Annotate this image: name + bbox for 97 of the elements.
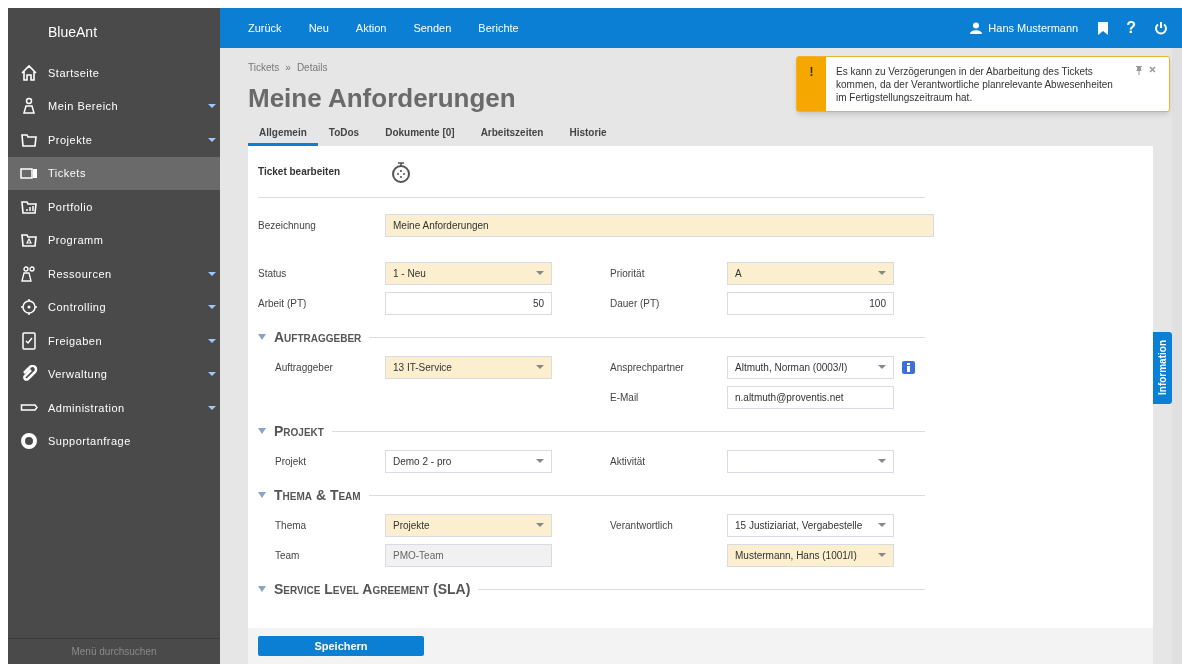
nav-link[interactable]: Berichte [478,19,519,37]
field-label: Priorität [610,266,646,281]
sidebar-item[interactable]: Programm [8,223,220,257]
save-button[interactable]: Speichern [258,636,424,656]
field-label: Arbeit (PT) [258,296,308,311]
input-field[interactable]: n.altmuth@proventis.net [727,385,894,409]
home-icon [20,63,38,82]
user-icon [970,22,983,34]
pin-icon[interactable] [1136,66,1142,75]
sidebar-item[interactable]: Startseite [8,56,220,90]
dropdown-field[interactable]: Mustermann, Hans (1001/I) [727,543,894,567]
field-label: E-Mail [610,390,640,405]
field-label: Thema [274,518,308,533]
sidebar-item[interactable]: Ressourcen [8,257,220,291]
clip-icon [20,365,38,384]
sidebar-label: Supportanfrage [48,434,132,449]
sidebar-label: Programm [48,233,105,248]
scrollbar[interactable] [1172,48,1182,664]
input-field[interactable]: 100 [727,291,894,315]
sidebar-item[interactable]: Administration [8,391,220,425]
key-icon [20,404,38,412]
dropdown-field[interactable]: 1 - Neu [385,261,552,285]
warning-symbol: ! [809,64,814,81]
info-icon[interactable] [902,360,915,374]
field-label: Status [258,266,288,281]
bookmark-icon[interactable] [1098,21,1109,35]
field-label: Verantwortlich [610,518,674,533]
field-label: Dauer (PT) [610,296,661,311]
people-icon [20,264,38,283]
collapse-icon[interactable] [258,428,266,434]
input-field[interactable]: 50 [385,291,552,315]
app-logo: BlueAnt [48,22,98,42]
sidebar-item[interactable]: Freigaben [8,324,220,358]
section-heading: Projekt [274,421,324,441]
sidebar-label: Verwaltung [48,367,109,382]
sidebar-label: Startseite [48,65,101,81]
tab[interactable]: ToDos [317,122,371,146]
check-icon [20,331,38,350]
sidebar-label: Ressourcen [48,266,113,282]
section-heading: Thema & Team [274,485,361,505]
dropdown-field[interactable]: Projekte [385,513,552,537]
user-name-link[interactable]: Hans Mustermann [988,19,1079,37]
dropdown-field[interactable] [727,449,894,473]
information-tab[interactable]: Information [1153,332,1172,404]
sidebar-label: Controlling [48,300,108,315]
sidebar-item[interactable]: Controlling [8,290,220,324]
dropdown-field[interactable]: Altmuth, Norman (0003/I) [727,355,894,379]
field-label: Auftraggeber [274,360,334,375]
sidebar-item[interactable]: Supportanfrage [8,424,220,458]
field-label: Team [274,548,301,563]
warning-message: Es kann zu Verzögerungen in der Abarbeitung des Tickets kommen, da der Verantwortliche planrelevante Abwesenheiten im Fertigstellungszeitraum hat. [835,65,1114,105]
breadcrumb-link[interactable]: Details [296,59,328,75]
help-button[interactable]: ? [1126,16,1136,40]
tab[interactable]: Dokumente [0] [374,122,466,146]
sidebar-item[interactable]: Mein Bereich [8,89,220,123]
field-label: Bezeichnung [258,218,317,233]
ring-icon [20,432,38,451]
close-icon[interactable] [1149,66,1156,73]
dropdown-field[interactable]: 13 IT-Service [385,355,552,379]
collapse-icon[interactable] [258,492,266,498]
sidebar-label: Mein Bereich [48,99,120,114]
sidebar-item[interactable]: Verwaltung [8,357,220,391]
nav-link[interactable]: Senden [413,19,452,37]
nav-link[interactable]: Neu [308,19,329,37]
tab[interactable]: Historie [558,122,618,146]
breadcrumb-link[interactable]: Tickets [248,59,280,75]
collapse-icon[interactable] [258,334,266,340]
dropdown-field[interactable]: 15 Justiziariat, Vergabestelle [727,513,894,537]
page-title: Meine Anforderungen [248,82,516,114]
form-heading: Ticket bearbeiten [258,165,342,179]
nav-link[interactable]: Aktion [355,19,387,37]
sidebar-label: Tickets [48,166,87,181]
section-heading: Auftraggeber [274,327,362,347]
dropdown-field[interactable]: A [727,261,894,285]
sidebar-label: Portfolio [48,199,94,215]
menu-search-field[interactable]: Menü durchsuchen [24,644,204,659]
nav-link[interactable]: Zurück [248,19,282,37]
tab[interactable]: Arbeitszeiten [469,122,555,146]
sidebar-item[interactable]: Portfolio [8,190,220,224]
input-field[interactable]: Meine Anforderungen [385,213,934,237]
field-label: Projekt [274,454,308,469]
sidebar-label: Administration [48,400,126,416]
sidebar-item[interactable]: Tickets [8,156,220,190]
sidebar-label: Projekte [48,132,94,148]
sidebar-item[interactable]: Projekte [8,123,220,157]
dropdown-field[interactable]: Demo 2 - pro [385,449,552,473]
person-icon [20,97,38,116]
field-label: Ansprechpartner [610,360,685,375]
sidebar-label: Freigaben [48,333,104,349]
target-icon [20,298,38,317]
section-heading: Service Level Agreement (SLA) [274,579,471,599]
collapse-icon[interactable] [258,586,266,592]
stopwatch-icon[interactable] [390,160,412,183]
power-icon[interactable] [1154,21,1168,35]
program-icon [20,231,38,250]
breadcrumb-separator: » [285,60,291,75]
field-label: Aktivität [610,454,646,469]
